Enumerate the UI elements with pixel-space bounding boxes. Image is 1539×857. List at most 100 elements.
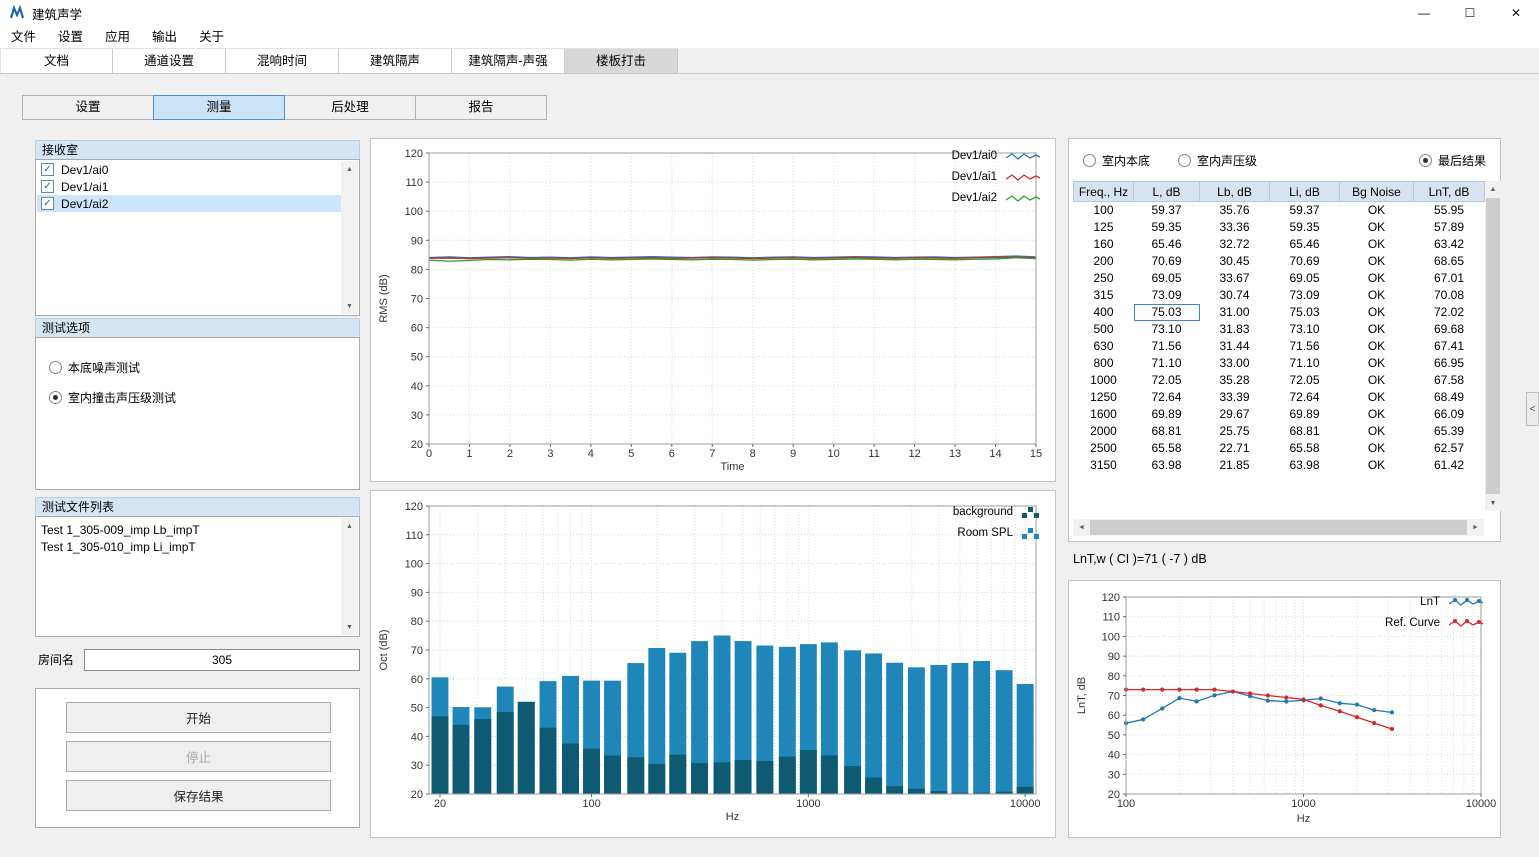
table-cell[interactable]: 59.37 — [1270, 202, 1340, 219]
table-cell[interactable]: 500 — [1074, 321, 1134, 338]
results-table[interactable]: Freq., HzL, dBLb, dBLi, dBBg NoiseLnT, d… — [1073, 181, 1485, 474]
table-vscrollbar[interactable]: ▲ ▼ — [1485, 181, 1501, 511]
menu-item-2[interactable]: 应用 — [94, 26, 141, 48]
table-cell[interactable]: OK — [1340, 372, 1414, 389]
table-cell[interactable]: 65.39 — [1414, 423, 1485, 440]
column-header[interactable]: Bg Noise — [1340, 182, 1414, 202]
table-cell[interactable]: 31.00 — [1200, 304, 1270, 321]
table-cell[interactable]: 70.69 — [1134, 253, 1200, 270]
table-row[interactable]: 12559.3533.3659.35OK57.89 — [1074, 219, 1485, 236]
tab-4[interactable]: 建筑隔声-声强 — [452, 48, 565, 73]
table-cell[interactable]: 59.35 — [1134, 219, 1200, 236]
channel-item[interactable]: ✓Dev1/ai1 — [37, 178, 341, 195]
scrollbar-thumb[interactable] — [1486, 198, 1500, 494]
table-cell[interactable]: OK — [1340, 321, 1414, 338]
table-cell[interactable]: 65.46 — [1270, 236, 1340, 253]
table-cell[interactable]: 67.01 — [1414, 270, 1485, 287]
table-cell[interactable]: 75.03 — [1270, 304, 1340, 321]
scroll-down-icon[interactable]: ▼ — [341, 298, 358, 314]
table-cell[interactable]: 66.09 — [1414, 406, 1485, 423]
scroll-up-icon[interactable]: ▲ — [1485, 181, 1501, 197]
table-hscrollbar[interactable]: ◄ ► — [1073, 519, 1484, 536]
table-cell[interactable]: OK — [1340, 304, 1414, 321]
table-cell[interactable]: 65.58 — [1134, 440, 1200, 457]
column-header[interactable]: Freq., Hz — [1074, 182, 1134, 202]
maximize-button[interactable]: ☐ — [1447, 0, 1493, 26]
table-cell[interactable]: OK — [1340, 236, 1414, 253]
table-cell[interactable]: OK — [1340, 338, 1414, 355]
minimize-button[interactable]: — — [1401, 0, 1447, 26]
start-button[interactable]: 开始 — [66, 702, 331, 733]
table-cell[interactable]: 35.28 — [1200, 372, 1270, 389]
tab-2[interactable]: 混响时间 — [226, 48, 339, 73]
table-cell[interactable]: OK — [1340, 287, 1414, 304]
scroll-left-icon[interactable]: ◄ — [1073, 519, 1090, 536]
table-cell[interactable]: 69.05 — [1134, 270, 1200, 287]
radio-option[interactable]: 室内撞击声压级测试 — [49, 389, 176, 406]
table-row[interactable]: 50073.1031.8373.10OK69.68 — [1074, 321, 1485, 338]
table-cell[interactable]: 3150 — [1074, 457, 1134, 474]
table-cell[interactable]: 71.10 — [1270, 355, 1340, 372]
table-cell[interactable]: OK — [1340, 270, 1414, 287]
radio-option[interactable]: 最后结果 — [1419, 152, 1486, 169]
stop-button[interactable]: 停止 — [66, 741, 331, 772]
tab-5[interactable]: 楼板打击 — [565, 48, 678, 73]
table-cell[interactable]: 30.45 — [1200, 253, 1270, 270]
table-cell[interactable]: OK — [1340, 389, 1414, 406]
table-row[interactable]: 63071.5631.4471.56OK67.41 — [1074, 338, 1485, 355]
table-cell[interactable]: 62.57 — [1414, 440, 1485, 457]
table-cell[interactable]: 31.83 — [1200, 321, 1270, 338]
table-row[interactable]: 160069.8929.6769.89OK66.09 — [1074, 406, 1485, 423]
radio-option[interactable]: 本底噪声测试 — [49, 359, 176, 376]
subtab-1[interactable]: 测量 — [153, 95, 285, 120]
scroll-down-icon[interactable]: ▼ — [1485, 495, 1501, 511]
table-cell[interactable]: 35.76 — [1200, 202, 1270, 219]
column-header[interactable]: Li, dB — [1270, 182, 1340, 202]
receiver-room-scrollbar[interactable]: ▲ ▼ — [341, 161, 358, 314]
tab-0[interactable]: 文档 — [0, 48, 113, 73]
table-cell[interactable]: 200 — [1074, 253, 1134, 270]
menu-item-1[interactable]: 设置 — [47, 26, 94, 48]
table-cell[interactable]: 100 — [1074, 202, 1134, 219]
file-item[interactable]: Test 1_305-009_imp Lb_impT — [37, 521, 341, 538]
table-cell[interactable]: 2500 — [1074, 440, 1134, 457]
scroll-down-icon[interactable]: ▼ — [341, 619, 358, 635]
table-cell[interactable]: 33.36 — [1200, 219, 1270, 236]
table-cell[interactable]: 1250 — [1074, 389, 1134, 406]
table-row[interactable]: 25069.0533.6769.05OK67.01 — [1074, 270, 1485, 287]
table-cell[interactable]: 67.58 — [1414, 372, 1485, 389]
table-cell[interactable]: 22.71 — [1200, 440, 1270, 457]
column-header[interactable]: LnT, dB — [1414, 182, 1485, 202]
table-row[interactable]: 20070.6930.4570.69OK68.65 — [1074, 253, 1485, 270]
table-row[interactable]: 31573.0930.7473.09OK70.08 — [1074, 287, 1485, 304]
tab-3[interactable]: 建筑隔声 — [339, 48, 452, 73]
table-cell[interactable]: 33.39 — [1200, 389, 1270, 406]
table-cell[interactable]: 66.95 — [1414, 355, 1485, 372]
subtab-0[interactable]: 设置 — [22, 95, 154, 120]
table-cell[interactable]: 68.49 — [1414, 389, 1485, 406]
room-name-input[interactable] — [84, 649, 360, 671]
table-cell[interactable]: 33.00 — [1200, 355, 1270, 372]
table-row[interactable]: 80071.1033.0071.10OK66.95 — [1074, 355, 1485, 372]
menu-item-0[interactable]: 文件 — [0, 26, 47, 48]
collapse-panel-handle[interactable]: < — [1526, 392, 1539, 426]
table-cell[interactable]: 160 — [1074, 236, 1134, 253]
table-cell[interactable]: 73.10 — [1134, 321, 1200, 338]
table-cell[interactable]: 71.56 — [1134, 338, 1200, 355]
subtab-2[interactable]: 后处理 — [284, 95, 416, 120]
table-cell[interactable]: 69.68 — [1414, 321, 1485, 338]
channel-item[interactable]: ✓Dev1/ai2 — [37, 195, 341, 212]
table-cell[interactable]: 71.10 — [1134, 355, 1200, 372]
table-cell[interactable]: 63.98 — [1270, 457, 1340, 474]
table-row[interactable]: 200068.8125.7568.81OK65.39 — [1074, 423, 1485, 440]
menu-item-4[interactable]: 关于 — [188, 26, 235, 48]
table-cell[interactable]: 73.10 — [1270, 321, 1340, 338]
table-cell[interactable]: 70.08 — [1414, 287, 1485, 304]
table-cell[interactable]: OK — [1340, 202, 1414, 219]
table-cell[interactable]: 21.85 — [1200, 457, 1270, 474]
subtab-3[interactable]: 报告 — [415, 95, 547, 120]
table-cell[interactable]: 125 — [1074, 219, 1134, 236]
table-cell[interactable]: 315 — [1074, 287, 1134, 304]
table-cell[interactable]: 55.95 — [1414, 202, 1485, 219]
table-cell[interactable]: 400 — [1074, 304, 1134, 321]
